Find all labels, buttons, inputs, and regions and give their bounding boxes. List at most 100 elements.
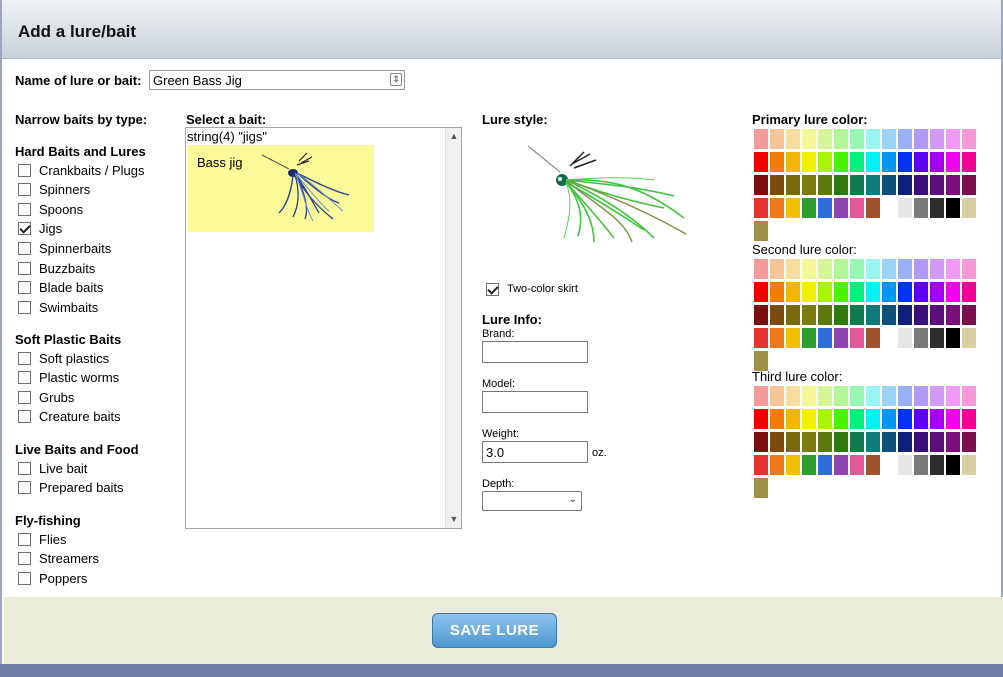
color-swatch[interactable] [882, 175, 896, 195]
color-swatch[interactable] [754, 175, 768, 195]
color-swatch[interactable] [866, 305, 880, 325]
weight-input[interactable] [482, 441, 588, 463]
two-color-skirt-row[interactable]: Two-color skirt [486, 280, 578, 298]
color-swatch[interactable] [914, 305, 928, 325]
color-swatch[interactable] [898, 409, 912, 429]
color-swatch[interactable] [834, 328, 848, 348]
color-swatch[interactable] [786, 175, 800, 195]
color-swatch[interactable] [962, 328, 976, 348]
color-swatch[interactable] [946, 259, 960, 279]
color-swatch[interactable] [754, 351, 768, 371]
color-swatch[interactable] [850, 432, 864, 452]
color-swatch[interactable] [962, 198, 976, 218]
color-swatch[interactable] [914, 152, 928, 172]
color-swatch[interactable] [770, 409, 784, 429]
color-swatch[interactable] [818, 129, 832, 149]
color-swatch[interactable] [930, 409, 944, 429]
color-swatch[interactable] [898, 282, 912, 302]
color-swatch[interactable] [786, 259, 800, 279]
color-swatch[interactable] [786, 305, 800, 325]
color-swatch[interactable] [866, 409, 880, 429]
color-swatch[interactable] [834, 175, 848, 195]
filter-checkbox[interactable] [18, 163, 31, 177]
color-swatch[interactable] [930, 152, 944, 172]
color-swatch[interactable] [850, 282, 864, 302]
color-swatch[interactable] [962, 455, 976, 475]
color-swatch[interactable] [962, 129, 976, 149]
color-swatch[interactable] [770, 328, 784, 348]
color-swatch[interactable] [834, 152, 848, 172]
color-swatch[interactable] [962, 305, 976, 325]
filter-checkbox[interactable] [18, 571, 31, 585]
color-swatch[interactable] [850, 152, 864, 172]
color-swatch[interactable] [818, 432, 832, 452]
color-swatch[interactable] [754, 328, 768, 348]
filter-option[interactable]: Swimbaits [18, 298, 98, 316]
filter-checkbox[interactable] [18, 300, 31, 314]
color-swatch[interactable] [818, 305, 832, 325]
filter-option[interactable]: Creature baits [18, 408, 121, 426]
color-swatch[interactable] [770, 455, 784, 475]
color-swatch[interactable] [850, 305, 864, 325]
color-swatch[interactable] [786, 152, 800, 172]
filter-option[interactable]: Plastic worms [18, 369, 119, 387]
filter-option[interactable]: Flies [18, 530, 66, 548]
color-swatch[interactable] [882, 152, 896, 172]
filter-checkbox[interactable] [18, 241, 31, 255]
color-swatch[interactable] [770, 152, 784, 172]
bait-item-bass-jig[interactable]: Bass jig [187, 145, 374, 232]
color-swatch[interactable] [786, 129, 800, 149]
color-swatch[interactable] [754, 152, 768, 172]
filter-option[interactable]: Buzzbaits [18, 259, 95, 277]
color-swatch[interactable] [802, 432, 816, 452]
filter-option[interactable]: Jigs [18, 220, 62, 238]
filter-option[interactable]: Blade baits [18, 279, 103, 297]
color-swatch[interactable] [818, 198, 832, 218]
color-swatch[interactable] [946, 386, 960, 406]
filter-checkbox[interactable] [18, 481, 31, 495]
color-swatch[interactable] [946, 152, 960, 172]
color-swatch[interactable] [834, 432, 848, 452]
color-swatch[interactable] [818, 152, 832, 172]
color-swatch[interactable] [818, 175, 832, 195]
autofill-icon[interactable]: ⇕ [390, 73, 402, 86]
color-swatch[interactable] [898, 129, 912, 149]
bait-list-scrollbar[interactable]: ▲ ▼ [445, 128, 461, 528]
filter-option[interactable]: Streamers [18, 550, 99, 568]
filter-checkbox[interactable] [18, 202, 31, 216]
color-swatch[interactable] [882, 409, 896, 429]
color-swatch[interactable] [754, 409, 768, 429]
color-swatch[interactable] [914, 409, 928, 429]
color-swatch[interactable] [834, 305, 848, 325]
color-swatch[interactable] [802, 259, 816, 279]
color-swatch[interactable] [818, 259, 832, 279]
color-swatch[interactable] [802, 282, 816, 302]
color-swatch[interactable] [898, 455, 912, 475]
filter-checkbox[interactable] [18, 351, 31, 365]
color-swatch[interactable] [786, 432, 800, 452]
color-swatch[interactable] [850, 129, 864, 149]
color-swatch[interactable] [834, 129, 848, 149]
color-swatch[interactable] [882, 129, 896, 149]
color-swatch[interactable] [898, 175, 912, 195]
color-swatch[interactable] [850, 409, 864, 429]
color-swatch[interactable] [866, 152, 880, 172]
color-swatch[interactable] [946, 175, 960, 195]
color-swatch[interactable] [770, 386, 784, 406]
color-swatch[interactable] [834, 386, 848, 406]
bait-list[interactable]: string(4) "jigs" Bass jig ▲ ▼ [185, 127, 462, 529]
color-swatch[interactable] [802, 305, 816, 325]
color-swatch[interactable] [754, 259, 768, 279]
color-swatch[interactable] [802, 198, 816, 218]
color-swatch[interactable] [866, 129, 880, 149]
color-swatch[interactable] [754, 282, 768, 302]
color-swatch[interactable] [834, 198, 848, 218]
color-swatch[interactable] [882, 328, 896, 348]
color-swatch[interactable] [850, 328, 864, 348]
color-swatch[interactable] [786, 198, 800, 218]
color-swatch[interactable] [898, 432, 912, 452]
color-swatch[interactable] [802, 328, 816, 348]
color-swatch[interactable] [834, 455, 848, 475]
color-swatch[interactable] [914, 282, 928, 302]
color-swatch[interactable] [882, 386, 896, 406]
